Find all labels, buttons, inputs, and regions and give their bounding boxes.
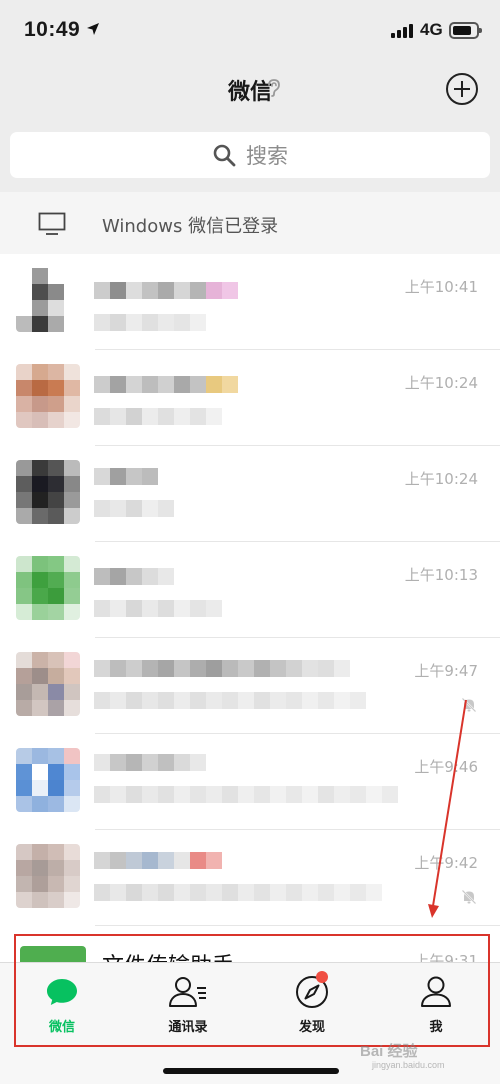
chat-time: 上午10:24 bbox=[404, 374, 478, 392]
login-status-text: Windows 微信已登录 bbox=[102, 216, 279, 237]
status-bar: 10:49 4G bbox=[0, 0, 500, 62]
search-icon bbox=[213, 144, 236, 167]
tab-label: 我 bbox=[429, 1020, 443, 1035]
tab-label: 通讯录 bbox=[168, 1020, 208, 1035]
chat-time: 上午9:46 bbox=[414, 758, 478, 776]
tab-me[interactable]: 我 bbox=[386, 975, 486, 1035]
home-indicator bbox=[163, 1068, 339, 1074]
nav-bar: 微信 bbox=[0, 62, 500, 120]
pixelated-name bbox=[94, 468, 158, 485]
chat-bubble-icon bbox=[47, 979, 77, 1005]
avatar bbox=[16, 556, 80, 620]
chat-row[interactable]: 上午9:46 bbox=[0, 734, 500, 830]
person-icon bbox=[421, 976, 451, 1007]
mute-bell-icon bbox=[461, 889, 477, 905]
avatar bbox=[16, 844, 80, 908]
earpiece-mode-icon bbox=[268, 79, 280, 97]
chat-row[interactable]: 上午10:24 bbox=[0, 446, 500, 542]
chat-row[interactable]: 上午10:24 bbox=[0, 350, 500, 446]
page-title: 微信 bbox=[227, 80, 272, 105]
chat-time: 上午9:47 bbox=[414, 662, 478, 680]
chat-time: 上午10:24 bbox=[404, 470, 478, 488]
search-bar[interactable]: 搜索 bbox=[10, 132, 490, 178]
avatar bbox=[16, 268, 80, 332]
network-type: 4G bbox=[420, 20, 443, 39]
pixelated-name bbox=[94, 568, 174, 585]
chat-row[interactable]: 上午9:42 bbox=[0, 830, 500, 926]
chat-list: 上午10:41 上午10:24 上午10:24 上午10:13 上午9:47 上… bbox=[0, 254, 500, 964]
pixelated-name bbox=[94, 754, 206, 771]
chat-row[interactable]: 上午9:47 bbox=[0, 638, 500, 734]
chat-time: 上午9:42 bbox=[414, 854, 478, 872]
pixelated-name bbox=[94, 282, 238, 299]
mute-bell-icon bbox=[461, 697, 477, 713]
search-placeholder: 搜索 bbox=[246, 144, 288, 168]
windows-login-banner[interactable]: Windows 微信已登录 bbox=[0, 192, 500, 254]
pixelated-name bbox=[94, 660, 350, 677]
pixelated-message bbox=[94, 884, 382, 901]
tab-discover[interactable]: 发现 bbox=[262, 971, 362, 1035]
pixelated-message bbox=[94, 600, 222, 617]
pixelated-message bbox=[94, 786, 398, 803]
status-time: 10:49 bbox=[24, 18, 81, 41]
pixelated-message bbox=[94, 408, 222, 425]
pixelated-message bbox=[94, 314, 206, 331]
tab-chats[interactable]: 微信 bbox=[12, 975, 112, 1035]
monitor-icon bbox=[38, 212, 66, 235]
avatar bbox=[16, 748, 80, 812]
watermark: Bai 经验 bbox=[360, 1043, 418, 1060]
tab-label: 微信 bbox=[48, 1020, 75, 1035]
avatar bbox=[16, 364, 80, 428]
pixelated-message bbox=[94, 692, 366, 709]
battery-icon bbox=[449, 22, 482, 39]
chat-time: 上午10:41 bbox=[404, 278, 478, 296]
signal-icon bbox=[391, 24, 413, 38]
location-arrow-icon bbox=[87, 23, 99, 35]
contacts-icon bbox=[169, 977, 206, 1007]
pixelated-name bbox=[94, 376, 238, 393]
watermark-sub: jingyan.baidu.com bbox=[372, 1060, 445, 1070]
avatar bbox=[16, 652, 80, 716]
notification-dot bbox=[316, 971, 328, 983]
tab-label: 发现 bbox=[298, 1020, 325, 1035]
avatar bbox=[16, 460, 80, 524]
chat-row[interactable]: 上午10:41 bbox=[0, 254, 500, 350]
pixelated-name bbox=[94, 852, 222, 869]
pixelated-message bbox=[94, 500, 174, 517]
chat-time: 上午10:13 bbox=[404, 566, 478, 584]
add-button[interactable] bbox=[446, 73, 478, 105]
chat-row[interactable]: 上午10:13 bbox=[0, 542, 500, 638]
tab-contacts[interactable]: 通讯录 bbox=[138, 975, 238, 1035]
